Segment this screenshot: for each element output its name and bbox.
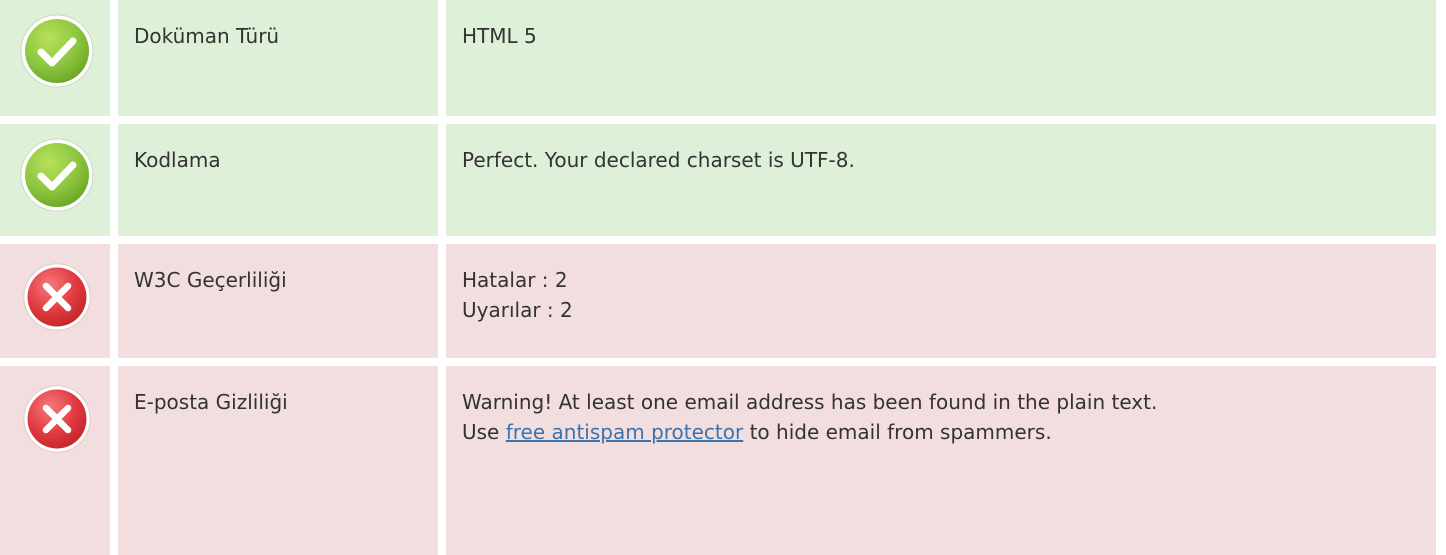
antispam-suffix: to hide email from spammers. — [743, 420, 1052, 444]
check-circle-icon — [20, 138, 94, 212]
status-cell — [0, 0, 110, 116]
label-cell: E-posta Gizliliği — [118, 366, 438, 555]
email-warning-text: Warning! At least one email address has … — [462, 390, 1158, 414]
row-label: W3C Geçerliliği — [134, 268, 287, 292]
row-label: Doküman Türü — [134, 24, 280, 48]
value-cell: Hatalar : 2 Uyarılar : 2 — [446, 244, 1436, 358]
status-cell — [0, 366, 110, 555]
value-cell: Perfect. Your declared charset is UTF-8. — [446, 124, 1436, 236]
report-row-email-privacy: E-posta Gizliliği Warning! At least one … — [0, 366, 1436, 555]
row-value: HTML 5 — [462, 24, 537, 48]
value-cell: HTML 5 — [446, 0, 1436, 116]
error-count: Hatalar : 2 — [462, 268, 568, 292]
row-label: Kodlama — [134, 148, 221, 172]
value-cell: Warning! At least one email address has … — [446, 366, 1436, 555]
label-cell: Doküman Türü — [118, 0, 438, 116]
error-x-icon — [23, 385, 91, 453]
antispam-hint: Use free antispam protector to hide emai… — [462, 417, 1420, 447]
status-cell — [0, 244, 110, 358]
label-cell: W3C Geçerliliği — [118, 244, 438, 358]
report-row-w3c-validity: W3C Geçerliliği Hatalar : 2 Uyarılar : 2 — [0, 244, 1436, 358]
row-value: Perfect. Your declared charset is UTF-8. — [462, 148, 855, 172]
status-cell — [0, 124, 110, 236]
antispam-prefix: Use — [462, 420, 506, 444]
report-row-encoding: Kodlama Perfect. Your declared charset i… — [0, 124, 1436, 236]
label-cell: Kodlama — [118, 124, 438, 236]
antispam-protector-link[interactable]: free antispam protector — [506, 420, 744, 444]
warning-count: Uyarılar : 2 — [462, 298, 573, 322]
seo-report-table: Doküman Türü HTML 5 Kodlama Perfect. You… — [0, 0, 1446, 555]
check-circle-icon — [20, 14, 94, 88]
report-row-doctype: Doküman Türü HTML 5 — [0, 0, 1436, 116]
error-x-icon — [23, 263, 91, 331]
row-label: E-posta Gizliliği — [134, 390, 288, 414]
